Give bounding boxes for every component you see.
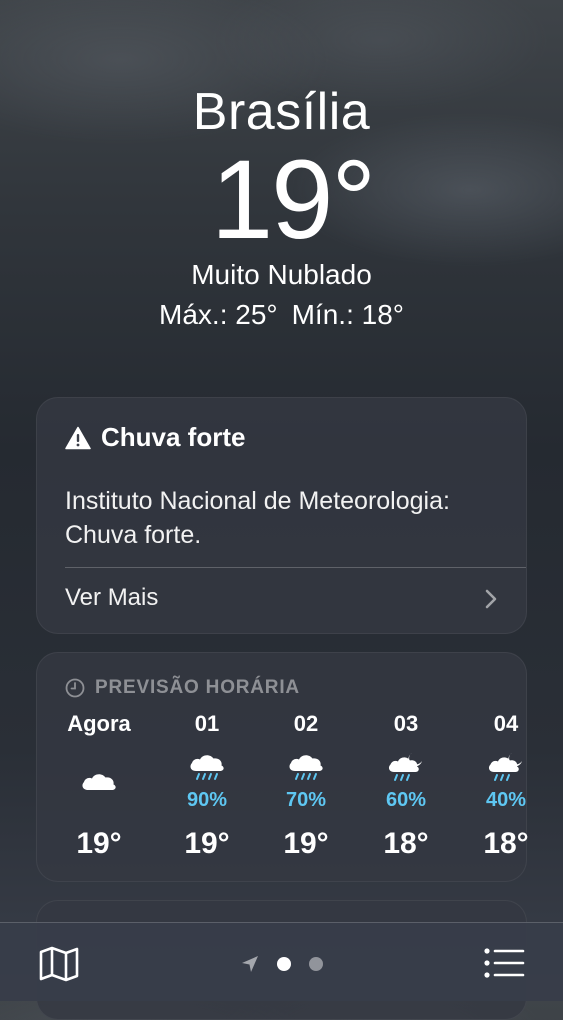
hour-temperature: 18° (383, 827, 429, 860)
bottom-toolbar (0, 922, 563, 1001)
hour-temperature: 19° (283, 827, 329, 860)
hourly-item-now: Agora 19° (59, 711, 139, 881)
weather-condition: Muito Nublado (191, 259, 372, 290)
cloud-icon (82, 774, 116, 790)
precip-probability: 90% (186, 789, 228, 811)
hourly-forecast-title: PREVISÃO HORÁRIA (95, 677, 300, 698)
hour-temperature: 18° (483, 827, 529, 860)
precip-probability: 60% (385, 789, 427, 811)
hourly-item-03: 03 60% 18° (366, 711, 446, 881)
hourly-item-02: 02 70% 19° (266, 711, 346, 881)
alert-header: Chuva forte (65, 422, 245, 453)
chevron-right-icon (485, 589, 497, 609)
hourly-forecast-card[interactable]: PREVISÃO HORÁRIA Agora 19° 01 90% 19° 02… (36, 652, 529, 882)
city-name: Brasília (192, 83, 371, 141)
page-indicator-dot[interactable] (309, 957, 323, 971)
high-temp: Máx.: 25° (159, 299, 278, 330)
cloud-rain-icon (190, 755, 224, 780)
warning-icon (65, 426, 91, 449)
hour-temperature: 19° (76, 827, 122, 860)
hourly-forecast-header: PREVISÃO HORÁRIA (65, 677, 300, 699)
page-indicator-dot-active[interactable] (277, 957, 291, 971)
current-temperature: 19° (210, 137, 376, 262)
location-arrow-icon[interactable] (240, 954, 260, 974)
hour-label: 02 (293, 711, 319, 736)
severe-weather-alert-card[interactable]: Chuva forte Instituto Nacional de Meteor… (36, 397, 527, 634)
high-low-temps: Máx.: 25° Mín.: 18° (0, 299, 563, 331)
hourly-item-01: 01 90% 19° (167, 711, 247, 881)
alert-title: Chuva forte (101, 422, 246, 452)
list-icon[interactable] (483, 946, 525, 980)
hourly-item-04: 04 40% 18° (466, 711, 546, 881)
alert-description: Instituto Nacional de Meteorologia: Chuv… (65, 487, 450, 549)
see-more-button[interactable]: Ver Mais (37, 568, 526, 634)
precip-probability: 70% (285, 789, 327, 811)
low-temp: Mín.: 18° (291, 299, 404, 330)
hour-label: 03 (393, 711, 419, 736)
hour-temperature: 19° (184, 827, 230, 860)
see-more-label: Ver Mais (65, 584, 159, 611)
clock-icon (65, 678, 85, 698)
hour-label: Agora (67, 711, 131, 736)
hour-label: 04 (493, 711, 519, 736)
cloud-rain-icon (289, 755, 323, 780)
hour-label: 01 (194, 711, 220, 736)
cloud-moon-rain-icon (488, 753, 522, 781)
map-icon[interactable] (38, 945, 80, 983)
precip-probability: 40% (485, 789, 527, 811)
cloud-moon-rain-icon (388, 753, 422, 781)
